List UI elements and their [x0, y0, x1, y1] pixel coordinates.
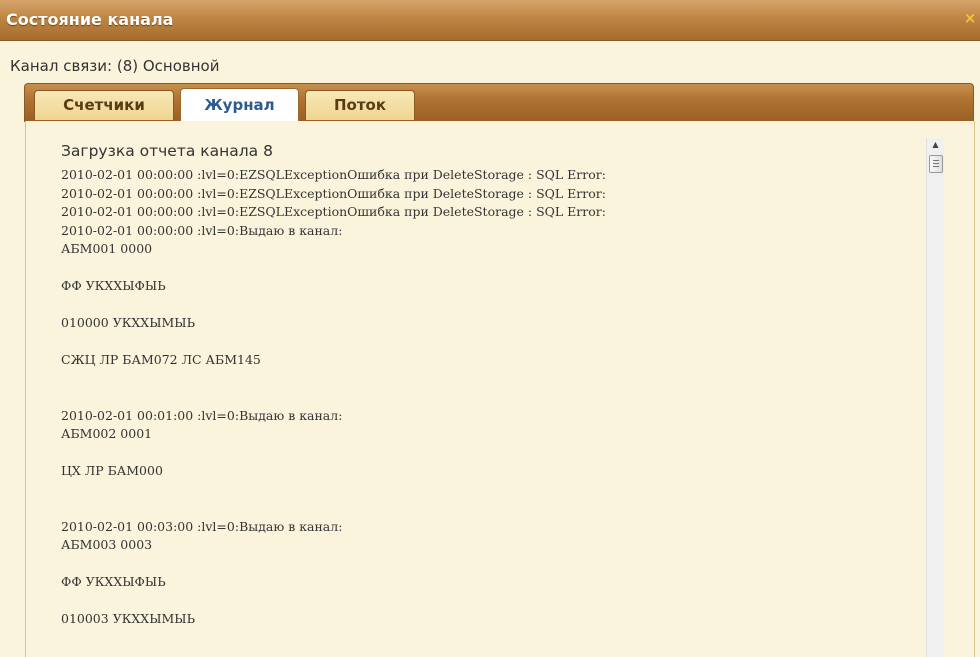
log-line — [61, 370, 921, 389]
log-line — [61, 444, 921, 463]
log-line: 2010-02-01 00:01:00 :lvl=0:Выдаю в канал… — [61, 407, 343, 423]
tab-stream[interactable]: Поток — [305, 90, 415, 120]
channel-status-window: Состояние канала × Канал связи: (8) Осно… — [0, 0, 980, 657]
log-line: 2010-02-01 00:03:00 :lvl=0:Выдаю в канал… — [61, 518, 343, 534]
tab-counters[interactable]: Счетчики — [34, 90, 174, 120]
arrow-up-icon[interactable]: ▲ — [927, 138, 944, 152]
log-line: 010000 УКХХЫМЫЬ — [61, 315, 196, 330]
log-line: АБМ002 0001 — [61, 426, 153, 441]
log-line: 2010-02-01 00:00:00 :lvl=0:EZSQLExceptio… — [61, 185, 606, 201]
scroll-thumb[interactable] — [929, 155, 943, 173]
window-title: Состояние канала — [6, 10, 174, 29]
title-bar[interactable]: Состояние канала × — [0, 0, 980, 41]
log-heading: Загрузка отчета канала 8 — [61, 142, 273, 160]
log-line: ФФ УКХХЫФЫЬ — [61, 278, 166, 293]
log-line: АБМ001 0000 — [61, 241, 153, 256]
log-line: СЖЦ ЛР БАМ072 ЛС АБМ145 — [61, 352, 261, 367]
log-line — [61, 629, 921, 648]
close-icon[interactable]: × — [962, 10, 978, 26]
log-line: ЦХ ЛР БАМ000 — [61, 463, 163, 478]
journal-panel: Загрузка отчета канала 8 2010-02-01 00:0… — [25, 121, 975, 657]
log-line: 010003 УКХХЫМЫЬ — [61, 611, 196, 626]
log-line — [61, 296, 921, 315]
log-line — [61, 499, 921, 518]
log-line — [61, 555, 921, 574]
log-line — [61, 333, 921, 352]
log-line: 2010-02-01 00:00:00 :lvl=0:Выдаю в канал… — [61, 222, 343, 238]
vertical-scrollbar[interactable]: ▲ — [926, 138, 944, 657]
tab-journal[interactable]: Журнал — [180, 88, 299, 123]
tab-bar: Счетчики Журнал Поток — [24, 83, 974, 123]
log-line: 2010-02-01 00:00:00 :lvl=0:EZSQLExceptio… — [61, 167, 606, 182]
log-line — [61, 592, 921, 611]
log-line: АБМ003 0003 — [61, 537, 153, 552]
log-line: ФФ УКХХЫФЫЬ — [61, 574, 166, 589]
channel-label: Канал связи: (8) Основной — [10, 57, 220, 75]
log-line: 2010-02-01 00:00:00 :lvl=0:EZSQLExceptio… — [61, 204, 606, 219]
log-line — [61, 481, 921, 500]
log-list: 2010-02-01 00:00:00 :lvl=0:EZSQLExceptio… — [61, 166, 921, 647]
log-line — [61, 259, 921, 278]
log-line — [61, 388, 921, 407]
